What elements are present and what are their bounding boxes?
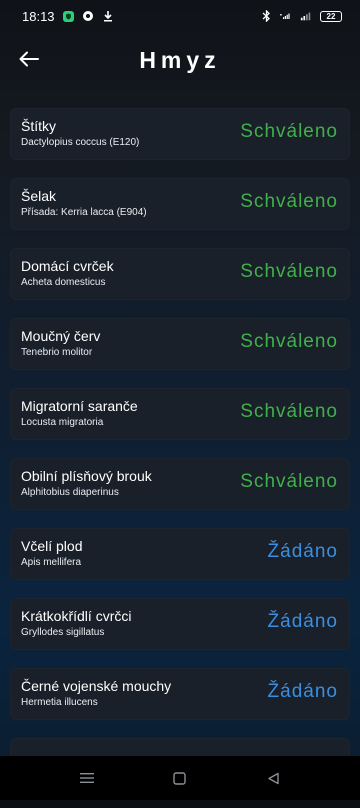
item-subtitle: Přísada: Kerria lacca (E904) <box>21 207 147 218</box>
status-left: 18:13 <box>22 9 114 24</box>
status-label: Schváleno <box>240 471 338 492</box>
battery-icon: 22 <box>320 10 342 22</box>
nav-home-button[interactable] <box>160 758 200 798</box>
app-bar: Hmyz <box>0 32 360 88</box>
back-button[interactable] <box>14 44 44 74</box>
list-item[interactable]: Štítky Dactylopius coccus (E120) Schvále… <box>10 108 350 160</box>
item-title: Štítky <box>21 118 57 134</box>
status-label: Schváleno <box>240 401 338 422</box>
square-icon <box>173 771 187 785</box>
status-label: Žádáno <box>267 611 338 632</box>
item-subtitle: Gryllodes sigillatus <box>21 627 105 638</box>
status-label: Schváleno <box>240 191 338 212</box>
item-subtitle: Hermetia illucens <box>21 697 98 708</box>
page-title: Hmyz <box>139 46 221 73</box>
bluetooth-icon <box>260 10 272 22</box>
shield-icon <box>62 10 74 22</box>
signal-icon <box>280 10 292 22</box>
signal-2-icon <box>300 10 312 22</box>
insect-list: Štítky Dactylopius coccus (E120) Schvále… <box>10 108 350 808</box>
item-subtitle: Locusta migratoria <box>21 417 104 428</box>
item-subtitle: Acheta domesticus <box>21 277 106 288</box>
status-label: Schváleno <box>240 261 338 282</box>
item-title: Migratorní saranče <box>21 398 138 414</box>
list-item[interactable]: Krátkokřídlí cvrčci Gryllodes sigillatus… <box>10 598 350 650</box>
menu-icon <box>79 773 94 783</box>
status-bar: 18:13 22 <box>0 0 360 32</box>
arrow-left-icon <box>19 51 39 67</box>
list-item[interactable]: Černé vojenské mouchy Hermetia illucens … <box>10 668 350 720</box>
item-title: Obilní plísňový brouk <box>21 468 152 484</box>
screen: 18:13 22 Hmyz Štítky Dactylopius coccus … <box>0 0 360 800</box>
nav-recents-button[interactable] <box>67 758 107 798</box>
list-item[interactable]: Obilní plísňový brouk Alphitobius diaper… <box>10 458 350 510</box>
chrome-icon <box>82 10 94 22</box>
item-subtitle: Apis mellifera <box>21 557 82 568</box>
list-item[interactable]: Včelí plod Apis mellifera Žádáno <box>10 528 350 580</box>
item-title: Moučný červ <box>21 328 101 344</box>
item-subtitle: Dactylopius coccus (E120) <box>21 137 140 148</box>
download-icon <box>102 10 114 22</box>
system-nav-bar <box>0 756 360 800</box>
status-label: Žádáno <box>267 541 338 562</box>
status-label: Schváleno <box>240 331 338 352</box>
list-item[interactable]: Migratorní saranče Locusta migratoria Sc… <box>10 388 350 440</box>
status-label: Žádáno <box>267 681 338 702</box>
item-title: Včelí plod <box>21 538 83 554</box>
item-subtitle: Alphitobius diaperinus <box>21 487 119 498</box>
list-item[interactable]: Moučný červ Tenebrio molitor Schváleno <box>10 318 350 370</box>
triangle-back-icon <box>268 772 279 784</box>
list-item[interactable]: Šelak Přísada: Kerria lacca (E904) Schvá… <box>10 178 350 230</box>
item-title: Domácí cvrček <box>21 258 114 274</box>
item-title: Šelak <box>21 188 57 204</box>
list-item[interactable]: Domácí cvrček Acheta domesticus Schválen… <box>10 248 350 300</box>
item-title: Černé vojenské mouchy <box>21 678 172 694</box>
status-label: Schváleno <box>240 121 338 142</box>
status-time: 18:13 <box>22 8 55 24</box>
nav-back-button[interactable] <box>253 758 293 798</box>
item-title: Krátkokřídlí cvrčci <box>21 608 132 624</box>
status-right: 22 <box>260 10 342 22</box>
item-subtitle: Tenebrio molitor <box>21 347 93 358</box>
